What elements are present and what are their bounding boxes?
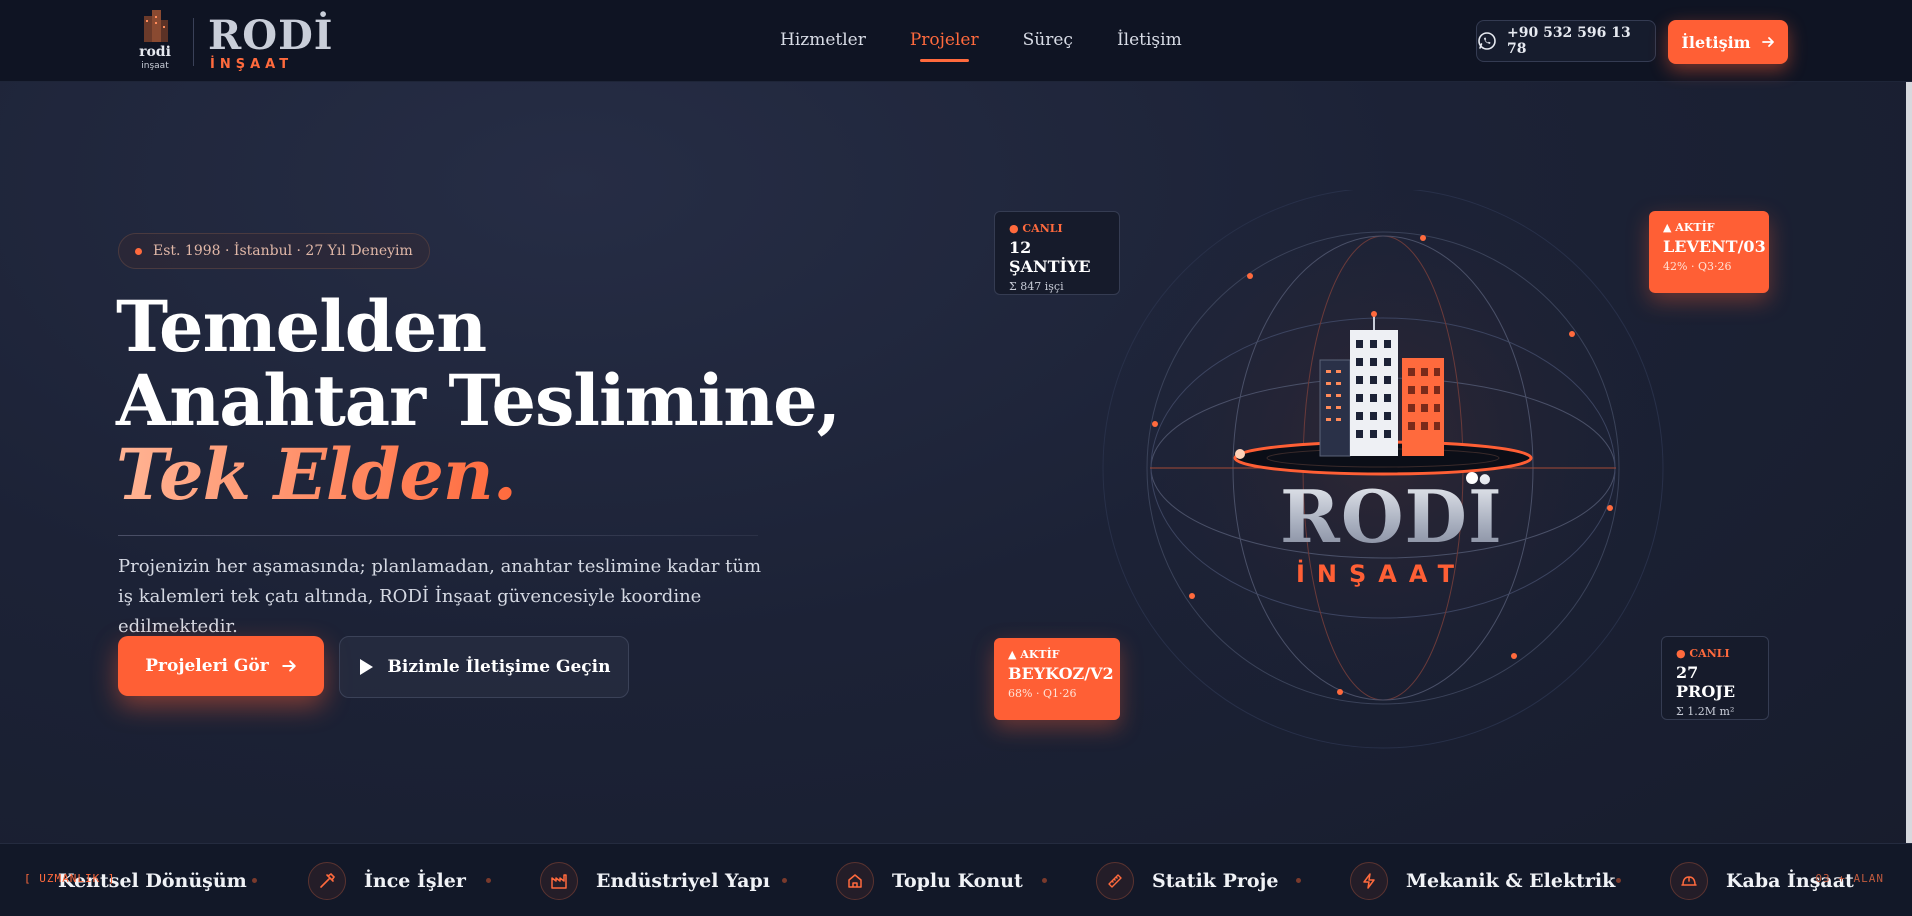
card-tag: ● CANLI bbox=[1676, 647, 1730, 660]
card-title: 12 ŞANTİYE bbox=[1009, 238, 1091, 276]
main-menu: Hizmetler Projeler Süreç İletişim bbox=[780, 30, 1182, 62]
home-icon bbox=[836, 862, 874, 900]
logo-mark-icon[interactable]: rodi inşaat bbox=[134, 6, 176, 74]
card-title: LEVENT/03 bbox=[1663, 237, 1766, 256]
card-tag: ● CANLI bbox=[1009, 222, 1063, 235]
arrow-right-icon bbox=[281, 660, 296, 672]
ruler-icon bbox=[1096, 862, 1134, 900]
ticker-separator bbox=[1042, 878, 1047, 883]
nav-link-projeler[interactable]: Projeler bbox=[910, 30, 979, 62]
card-sub: 42% · Q3·26 bbox=[1663, 260, 1732, 273]
card-sub: 68% · Q1·26 bbox=[1008, 687, 1077, 700]
logo-subtitle: İNŞAAT bbox=[210, 57, 294, 72]
ticker-label: Endüstriyel Yapı bbox=[596, 870, 770, 892]
ticker-item-endustriyel[interactable]: Endüstriyel Yapı bbox=[540, 862, 770, 900]
badge-dot-icon bbox=[135, 248, 142, 255]
hammer-icon bbox=[308, 862, 346, 900]
view-projects-button[interactable]: Projeleri Gör bbox=[118, 636, 324, 696]
factory-icon bbox=[540, 862, 578, 900]
play-icon bbox=[359, 659, 373, 675]
card-tag: ▲ AKTİF bbox=[1008, 648, 1060, 661]
badge-text: Est. 1998 · İstanbul · 27 Yıl Deneyim bbox=[153, 243, 413, 259]
contact-us-button[interactable]: Bizimle İletişime Geçin bbox=[339, 636, 629, 698]
bolt-icon bbox=[1350, 862, 1388, 900]
view-projects-label: Projeleri Gör bbox=[145, 656, 269, 676]
hero-brand-subtitle: İNŞAAT bbox=[1296, 560, 1466, 588]
ticker-item-ince[interactable]: İnce İşler bbox=[308, 862, 466, 900]
nav-link-iletisim[interactable]: İletişim bbox=[1117, 30, 1182, 50]
hero-headline: Temelden Anahtar Teslimine, Tek Elden. bbox=[116, 285, 841, 512]
page: rodi inşaat RODİ İNŞAAT Hizmetler Projel… bbox=[0, 0, 1912, 916]
ticker-separator bbox=[1296, 878, 1301, 883]
ticker-label: Toplu Konut bbox=[892, 870, 1023, 892]
arrow-right-icon bbox=[1761, 37, 1774, 47]
logo-mark-subtext: inşaat bbox=[141, 61, 169, 71]
card-title: 27 PROJE bbox=[1676, 663, 1736, 701]
ticker-separator bbox=[252, 878, 257, 883]
established-badge: Est. 1998 · İstanbul · 27 Yıl Deneyim bbox=[118, 233, 430, 269]
nav-link-hizmetler[interactable]: Hizmetler bbox=[780, 30, 866, 50]
contact-button[interactable]: İletişim bbox=[1668, 20, 1788, 64]
logo-mark-text: rodi bbox=[139, 44, 171, 60]
helmet-icon bbox=[1670, 862, 1708, 900]
whatsapp-icon bbox=[1478, 32, 1496, 50]
headline-accent: Tek Elden. bbox=[116, 438, 840, 512]
contact-us-label: Bizimle İletişime Geçin bbox=[387, 657, 611, 677]
hero-lead: Projenizin her aşamasında; planlamadan, … bbox=[118, 556, 762, 637]
contact-button-label: İletişim bbox=[1681, 32, 1751, 52]
project-card-levent[interactable]: ▲ AKTİF LEVENT/03 42% · Q3·26 bbox=[1649, 211, 1769, 293]
ticker-right-tag: 03 + ALAN bbox=[1815, 872, 1884, 885]
ticker-label: Statik Proje bbox=[1152, 870, 1279, 892]
logo-divider bbox=[193, 18, 194, 66]
headline-line-2: Anahtar Teslimine, bbox=[116, 359, 841, 442]
phone-number: +90 532 596 13 78 bbox=[1506, 25, 1631, 57]
ticker-item-mekanik[interactable]: Mekanik & Elektrik bbox=[1350, 862, 1615, 900]
services-ticker: Kentsel Dönüşüm İnce İşler Endüstriyel Y… bbox=[0, 843, 1912, 916]
card-sub: Σ 1.2M m² bbox=[1676, 705, 1735, 718]
logo-wordmark[interactable]: RODİ bbox=[208, 12, 333, 59]
hero-divider bbox=[118, 535, 758, 536]
headline-line-1: Temelden bbox=[116, 285, 487, 368]
card-tag: ▲ AKTİF bbox=[1663, 221, 1715, 234]
ticker-item-statik[interactable]: Statik Proje bbox=[1096, 862, 1279, 900]
globe-illustration bbox=[1102, 190, 1664, 749]
ticker-label: Mekanik & Elektrik bbox=[1406, 870, 1616, 892]
project-card-beykoz[interactable]: ▲ AKTİF BEYKOZ/V2 68% · Q1·26 bbox=[994, 638, 1120, 720]
nav-link-surec[interactable]: Süreç bbox=[1023, 30, 1073, 50]
ticker-separator bbox=[782, 878, 787, 883]
phone-button[interactable]: +90 532 596 13 78 bbox=[1476, 20, 1656, 62]
ticker-left-tag: [ UZMANLIK ] bbox=[24, 872, 116, 885]
card-sub: Σ 847 işçi bbox=[1009, 280, 1064, 293]
ticker-label: İnce İşler bbox=[364, 870, 466, 892]
ticker-item-toplu[interactable]: Toplu Konut bbox=[836, 862, 1023, 900]
stat-card-projects[interactable]: ● CANLI 27 PROJE Σ 1.2M m² bbox=[1661, 636, 1769, 720]
hero-brand-wordmark: RODİ bbox=[1280, 474, 1503, 559]
top-nav: rodi inşaat RODİ İNŞAAT Hizmetler Projel… bbox=[0, 0, 1912, 82]
ticker-separator bbox=[486, 878, 491, 883]
stat-card-santiye[interactable]: ● CANLI 12 ŞANTİYE Σ 847 işçi bbox=[994, 211, 1120, 295]
ticker-separator bbox=[1616, 878, 1621, 883]
card-title: BEYKOZ/V2 bbox=[1008, 664, 1114, 683]
scrollbar[interactable] bbox=[1906, 82, 1912, 843]
